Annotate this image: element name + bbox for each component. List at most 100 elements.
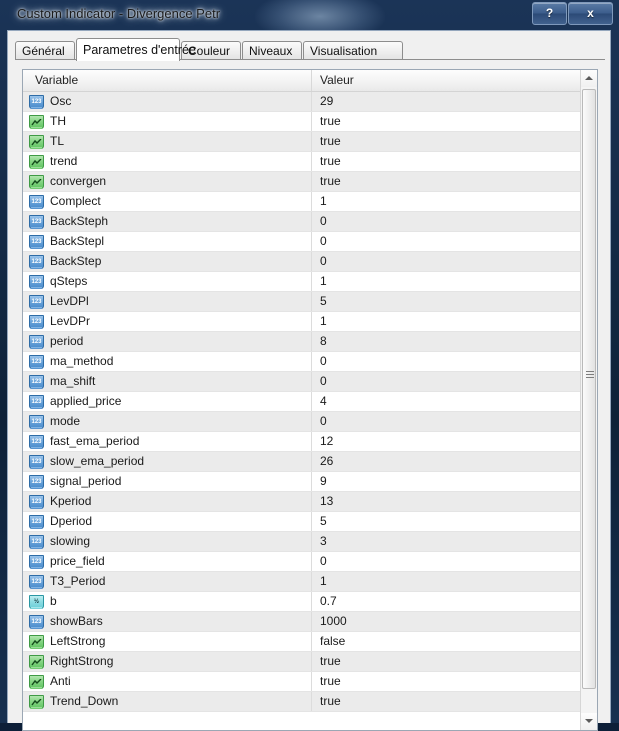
scroll-up-button[interactable]	[581, 70, 597, 87]
cell-variable[interactable]: 123signal_period	[23, 472, 312, 491]
cell-variable[interactable]: 123period	[23, 332, 312, 351]
vertical-scrollbar[interactable]	[580, 70, 597, 730]
cell-variable[interactable]: LeftStrong	[23, 632, 312, 651]
cell-variable[interactable]: 123Kperiod	[23, 492, 312, 511]
column-header-variable[interactable]: Variable	[23, 70, 312, 91]
table-row[interactable]: 123T3_Period1	[23, 572, 581, 592]
table-row[interactable]: 123BackSteph0	[23, 212, 581, 232]
cell-value[interactable]: 1	[312, 192, 581, 211]
cell-value[interactable]: 5	[312, 292, 581, 311]
cell-variable[interactable]: 123ma_shift	[23, 372, 312, 391]
table-row[interactable]: ½b0.7	[23, 592, 581, 612]
cell-value[interactable]: 8	[312, 332, 581, 351]
table-row[interactable]: 123Osc29	[23, 92, 581, 112]
table-row[interactable]: 123period8	[23, 332, 581, 352]
cell-variable[interactable]: trend	[23, 152, 312, 171]
cell-variable[interactable]: Trend_Down	[23, 692, 312, 711]
cell-variable[interactable]: 123fast_ema_period	[23, 432, 312, 451]
cell-value[interactable]: 1	[312, 572, 581, 591]
close-button[interactable]: x	[568, 2, 613, 25]
cell-variable[interactable]: 123price_field	[23, 552, 312, 571]
tab-visualisation[interactable]: Visualisation	[303, 41, 403, 60]
cell-variable[interactable]: 123ma_method	[23, 352, 312, 371]
cell-value[interactable]: false	[312, 632, 581, 651]
cell-variable[interactable]: 123LevDPr	[23, 312, 312, 331]
cell-value[interactable]: 0	[312, 352, 581, 371]
cell-variable[interactable]: Anti	[23, 672, 312, 691]
cell-value[interactable]: true	[312, 152, 581, 171]
cell-value[interactable]: 3	[312, 532, 581, 551]
table-row[interactable]: 123LevDPr1	[23, 312, 581, 332]
cell-value[interactable]: true	[312, 672, 581, 691]
cell-value[interactable]: true	[312, 692, 581, 711]
table-row[interactable]: trendtrue	[23, 152, 581, 172]
table-row[interactable]: THtrue	[23, 112, 581, 132]
cell-value[interactable]: true	[312, 652, 581, 671]
cell-value[interactable]: 1000	[312, 612, 581, 631]
table-row[interactable]: 123LevDPl5	[23, 292, 581, 312]
cell-value[interactable]: true	[312, 132, 581, 151]
cell-value[interactable]: 9	[312, 472, 581, 491]
cell-value[interactable]: 0	[312, 252, 581, 271]
cell-value[interactable]: 4	[312, 392, 581, 411]
table-row[interactable]: 123BackStep0	[23, 252, 581, 272]
cell-variable[interactable]: RightStrong	[23, 652, 312, 671]
cell-variable[interactable]: 123Dperiod	[23, 512, 312, 531]
cell-variable[interactable]: convergen	[23, 172, 312, 191]
cell-variable[interactable]: 123qSteps	[23, 272, 312, 291]
cell-variable[interactable]: 123BackStepl	[23, 232, 312, 251]
table-row[interactable]: LeftStrongfalse	[23, 632, 581, 652]
cell-value[interactable]: true	[312, 112, 581, 131]
scrollbar-thumb[interactable]	[582, 89, 596, 689]
cell-variable[interactable]: ½b	[23, 592, 312, 611]
tab-niveaux[interactable]: Niveaux	[242, 41, 302, 60]
table-row[interactable]: 123slow_ema_period26	[23, 452, 581, 472]
table-row[interactable]: convergentrue	[23, 172, 581, 192]
table-row[interactable]: Antitrue	[23, 672, 581, 692]
table-row[interactable]: 123Dperiod5	[23, 512, 581, 532]
cell-variable[interactable]: TH	[23, 112, 312, 131]
cell-variable[interactable]: 123slowing	[23, 532, 312, 551]
cell-value[interactable]: 5	[312, 512, 581, 531]
table-row[interactable]: 123mode0	[23, 412, 581, 432]
table-row[interactable]: 123applied_price4	[23, 392, 581, 412]
cell-value[interactable]: 13	[312, 492, 581, 511]
cell-variable[interactable]: 123T3_Period	[23, 572, 312, 591]
cell-variable[interactable]: 123Osc	[23, 92, 312, 111]
scroll-down-button[interactable]	[581, 713, 597, 730]
cell-value[interactable]: 29	[312, 92, 581, 111]
cell-value[interactable]: 0	[312, 412, 581, 431]
cell-variable[interactable]: 123showBars	[23, 612, 312, 631]
help-button[interactable]: ?	[532, 2, 567, 25]
table-row[interactable]: 123slowing3	[23, 532, 581, 552]
parameters-list[interactable]: Variable Valeur 123Osc29THtrueTLtruetren…	[22, 69, 598, 731]
cell-value[interactable]: 1	[312, 272, 581, 291]
cell-value[interactable]: 0	[312, 372, 581, 391]
table-row[interactable]: TLtrue	[23, 132, 581, 152]
table-row[interactable]: 123price_field0	[23, 552, 581, 572]
table-row[interactable]: RightStrongtrue	[23, 652, 581, 672]
tab-parametres-d-entr-e[interactable]: Parametres d'entrée	[76, 38, 180, 61]
cell-variable[interactable]: 123applied_price	[23, 392, 312, 411]
cell-value[interactable]: true	[312, 172, 581, 191]
cell-value[interactable]: 0	[312, 212, 581, 231]
cell-variable[interactable]: 123LevDPl	[23, 292, 312, 311]
cell-value[interactable]: 1	[312, 312, 581, 331]
table-row[interactable]: 123signal_period9	[23, 472, 581, 492]
table-row[interactable]: Trend_Downtrue	[23, 692, 581, 712]
table-row[interactable]: 123showBars1000	[23, 612, 581, 632]
cell-value[interactable]: 0.7	[312, 592, 581, 611]
cell-variable[interactable]: 123Complect	[23, 192, 312, 211]
cell-value[interactable]: 26	[312, 452, 581, 471]
cell-variable[interactable]: 123slow_ema_period	[23, 452, 312, 471]
cell-value[interactable]: 0	[312, 552, 581, 571]
tab-g-n-ral[interactable]: Général	[15, 41, 75, 60]
cell-value[interactable]: 12	[312, 432, 581, 451]
cell-variable[interactable]: TL	[23, 132, 312, 151]
table-row[interactable]: 123ma_method0	[23, 352, 581, 372]
cell-value[interactable]: 0	[312, 232, 581, 251]
table-row[interactable]: 123ma_shift0	[23, 372, 581, 392]
cell-variable[interactable]: 123mode	[23, 412, 312, 431]
cell-variable[interactable]: 123BackSteph	[23, 212, 312, 231]
table-row[interactable]: 123Kperiod13	[23, 492, 581, 512]
